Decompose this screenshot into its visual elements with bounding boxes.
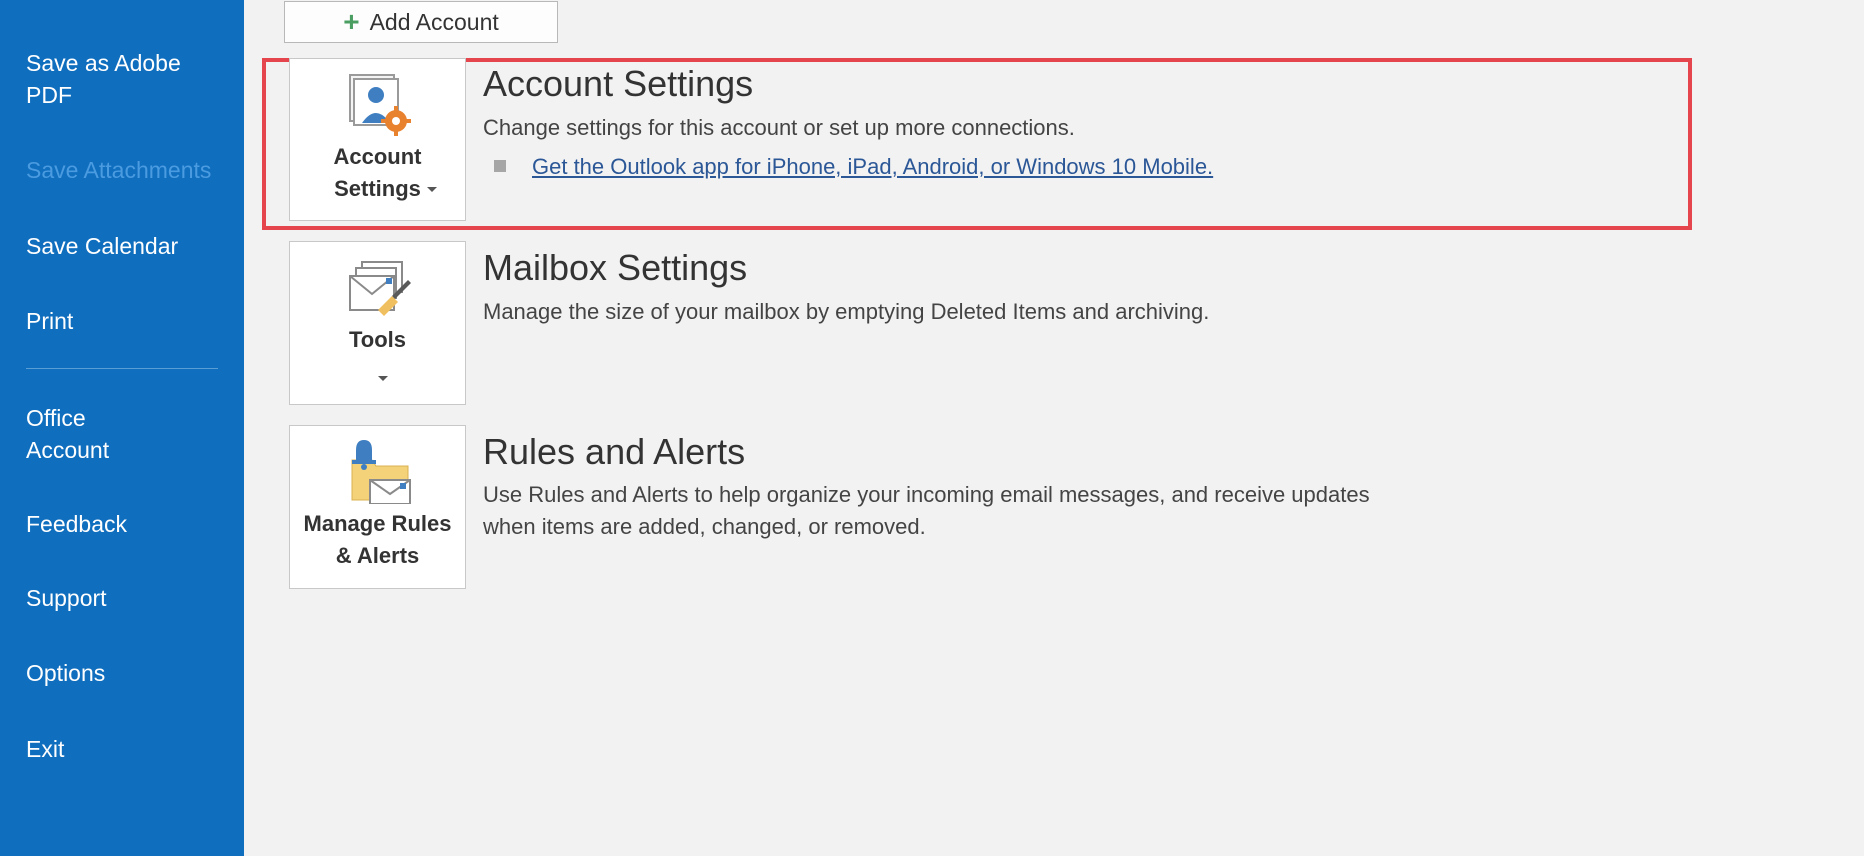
- sidebar-item-office-account[interactable]: Office Account: [26, 402, 146, 466]
- sidebar-item-save-calendar[interactable]: Save Calendar: [26, 230, 226, 262]
- chevron-down-icon: [378, 376, 388, 381]
- sidebar-divider: [26, 368, 218, 369]
- account-settings-highlight: [262, 58, 1692, 230]
- sidebar-item-feedback[interactable]: Feedback: [26, 508, 226, 540]
- backstage-sidebar: Save as Adobe PDF Save Attachments Save …: [0, 0, 244, 856]
- tools-button-label: Tools: [348, 327, 407, 352]
- account-settings-description: Change settings for this account or set …: [483, 115, 1075, 140]
- add-account-button[interactable]: + Add Account: [284, 1, 558, 43]
- rules-alerts-icon: [351, 440, 411, 504]
- plus-icon: +: [343, 6, 360, 37]
- tools-button[interactable]: Tools: [289, 241, 466, 405]
- chevron-down-icon: [427, 187, 437, 192]
- rules-alerts-title: Rules and Alerts: [483, 431, 746, 472]
- sidebar-item-support[interactable]: Support: [26, 582, 226, 614]
- tools-icon: [349, 261, 411, 316]
- account-settings-button-label: Account Settings: [333, 144, 422, 201]
- mailbox-settings-description: Manage the size of your mailbox by empty…: [483, 299, 1210, 324]
- rules-alerts-description: Use Rules and Alerts to help organize yo…: [483, 482, 1370, 539]
- mailbox-settings-title: Mailbox Settings: [483, 247, 748, 288]
- sidebar-item-save-as-adobe-pdf[interactable]: Save as Adobe PDF: [26, 47, 226, 111]
- sidebar-item-options[interactable]: Options: [26, 657, 226, 689]
- sidebar-item-save-attachments: Save Attachments: [26, 157, 212, 183]
- manage-rules-alerts-button[interactable]: Manage Rules & Alerts: [289, 425, 466, 589]
- sidebar-item-exit[interactable]: Exit: [26, 733, 226, 765]
- sidebar-item-print[interactable]: Print: [26, 305, 226, 337]
- account-settings-button[interactable]: Account Settings: [289, 58, 466, 221]
- outlook-app-link[interactable]: Get the Outlook app for iPhone, iPad, An…: [532, 151, 1213, 183]
- bullet-icon: [494, 160, 506, 172]
- account-settings-icon: [349, 74, 411, 136]
- account-settings-title: Account Settings: [483, 63, 754, 104]
- add-account-label: Add Account: [369, 8, 499, 35]
- manage-rules-alerts-button-label: Manage Rules & Alerts: [303, 511, 452, 568]
